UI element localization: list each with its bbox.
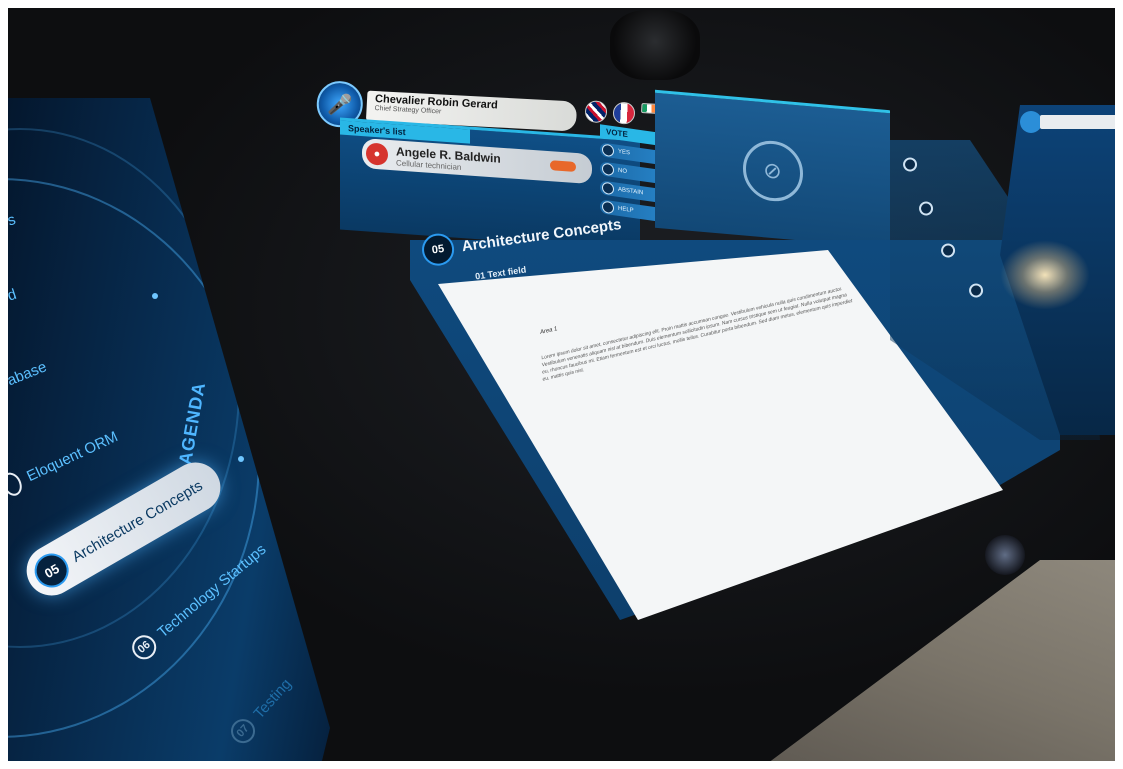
vote-label: HELP <box>618 205 634 215</box>
camera-device <box>610 10 700 80</box>
menu-item-icon <box>900 154 920 175</box>
microphone-icon <box>1020 111 1042 133</box>
flag-fr-icon[interactable] <box>612 101 636 125</box>
agenda-item-label: Testing <box>250 675 295 722</box>
agenda-item[interactable]: 07 Testing <box>226 673 297 749</box>
microphone-icon: ● <box>366 142 388 166</box>
side-menu-item[interactable] <box>900 154 920 175</box>
nfc-reader-icon <box>985 535 1025 575</box>
menu-item-icon <box>916 198 936 219</box>
vote-icon <box>602 181 614 196</box>
speaker-entry[interactable]: ● Angele R. Baldwin Cellular technician <box>362 138 592 185</box>
agenda-dot <box>152 293 158 299</box>
agenda-item-number: 07 <box>226 714 260 749</box>
status-badge <box>550 160 576 173</box>
language-flags <box>584 100 658 126</box>
logo-panel: ⊘ <box>655 89 890 249</box>
light-glare <box>1000 240 1090 310</box>
vote-icon <box>602 162 614 177</box>
side-menu-item[interactable] <box>966 280 986 301</box>
vote-label: NO <box>618 167 627 176</box>
speaker-card <box>1040 115 1120 129</box>
document-number-badge: 05 <box>420 231 457 268</box>
vote-label: YES <box>618 148 631 157</box>
menu-item-icon <box>938 240 958 261</box>
menu-item-icon <box>966 280 986 301</box>
agenda-dot <box>238 456 244 462</box>
agenda-item-number: 05 <box>28 547 75 594</box>
logo-icon: ⊘ <box>742 137 803 204</box>
flag-uk-icon[interactable] <box>584 100 608 124</box>
side-menu-item[interactable] <box>916 198 936 219</box>
side-menu-item[interactable] <box>938 240 958 261</box>
vote-label: ABSTAIN <box>618 186 644 197</box>
vote-icon <box>602 143 614 158</box>
